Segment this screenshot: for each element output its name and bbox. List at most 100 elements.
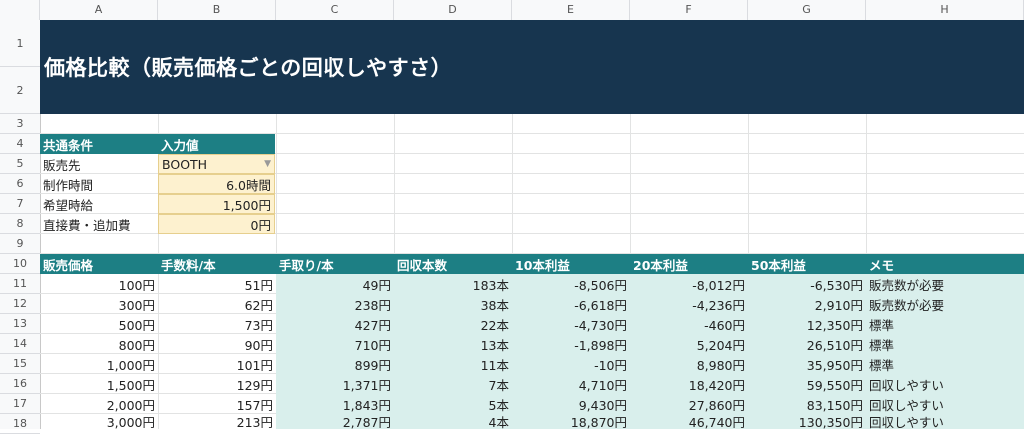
table-cell[interactable]: 22本: [394, 314, 512, 334]
row-header[interactable]: 13: [0, 314, 40, 334]
table-cell[interactable]: 回収しやすい: [866, 394, 1024, 414]
table-cell[interactable]: 300円: [40, 294, 158, 314]
table-cell[interactable]: 4本: [394, 414, 512, 429]
table-cell[interactable]: 100円: [40, 274, 158, 294]
table-cell[interactable]: 800円: [40, 334, 158, 354]
row-header[interactable]: 1: [0, 20, 40, 67]
table-cell[interactable]: -460円: [630, 314, 748, 334]
dropdown-arrow-icon[interactable]: ▼: [264, 159, 271, 169]
row-header[interactable]: 4: [0, 134, 40, 154]
condition-label-hourly-rate[interactable]: 希望時給: [40, 194, 158, 214]
sales-channel-dropdown[interactable]: BOOTH ▼: [158, 154, 275, 174]
table-cell[interactable]: 62円: [158, 294, 276, 314]
table-cell[interactable]: 標準: [866, 354, 1024, 374]
row-header[interactable]: 6: [0, 174, 40, 194]
table-cell[interactable]: 49円: [276, 274, 394, 294]
table-cell[interactable]: -6,618円: [512, 294, 630, 314]
conditions-header-value[interactable]: 入力値: [158, 134, 275, 154]
row-header[interactable]: 2: [0, 67, 40, 114]
table-cell[interactable]: 4,710円: [512, 374, 630, 394]
table-header-net[interactable]: 手取り/本: [276, 254, 394, 274]
table-cell[interactable]: 710円: [276, 334, 394, 354]
column-header-d[interactable]: D: [394, 0, 512, 20]
row-header[interactable]: 3: [0, 114, 40, 134]
table-cell[interactable]: 標準: [866, 334, 1024, 354]
table-cell[interactable]: 販売数が必要: [866, 274, 1024, 294]
table-cell[interactable]: 1,843円: [276, 394, 394, 414]
table-header-profit-20[interactable]: 20本利益: [630, 254, 748, 274]
table-cell[interactable]: 11本: [394, 354, 512, 374]
table-cell[interactable]: 83,150円: [748, 394, 866, 414]
table-cell[interactable]: -10円: [512, 354, 630, 374]
table-cell[interactable]: 73円: [158, 314, 276, 334]
table-cell[interactable]: 90円: [158, 334, 276, 354]
row-header[interactable]: 16: [0, 374, 40, 394]
table-cell[interactable]: 27,860円: [630, 394, 748, 414]
table-cell[interactable]: 18,420円: [630, 374, 748, 394]
select-all-corner[interactable]: [0, 0, 40, 20]
production-time-input[interactable]: 6.0時間: [158, 174, 275, 194]
table-cell[interactable]: 238円: [276, 294, 394, 314]
table-cell[interactable]: 1,371円: [276, 374, 394, 394]
table-cell[interactable]: 130,350円: [748, 414, 866, 429]
column-header-f[interactable]: F: [630, 0, 748, 20]
table-cell[interactable]: 5,204円: [630, 334, 748, 354]
row-header[interactable]: 17: [0, 394, 40, 414]
table-cell[interactable]: 427円: [276, 314, 394, 334]
column-header-g[interactable]: G: [748, 0, 866, 20]
table-header-profit-10[interactable]: 10本利益: [512, 254, 630, 274]
table-cell[interactable]: 35,950円: [748, 354, 866, 374]
table-cell[interactable]: 7本: [394, 374, 512, 394]
table-cell[interactable]: -4,236円: [630, 294, 748, 314]
column-header-a[interactable]: A: [40, 0, 158, 20]
column-header-c[interactable]: C: [276, 0, 394, 20]
table-cell[interactable]: -1,898円: [512, 334, 630, 354]
table-cell[interactable]: 101円: [158, 354, 276, 374]
table-cell[interactable]: 標準: [866, 314, 1024, 334]
table-cell[interactable]: 51円: [158, 274, 276, 294]
condition-label-production-time[interactable]: 制作時間: [40, 174, 158, 194]
table-cell[interactable]: 8,980円: [630, 354, 748, 374]
table-cell[interactable]: 129円: [158, 374, 276, 394]
table-cell[interactable]: 5本: [394, 394, 512, 414]
table-cell[interactable]: 157円: [158, 394, 276, 414]
table-cell[interactable]: 販売数が必要: [866, 294, 1024, 314]
table-cell[interactable]: 38本: [394, 294, 512, 314]
table-cell[interactable]: 46,740円: [630, 414, 748, 429]
table-cell[interactable]: 2,910円: [748, 294, 866, 314]
condition-label-direct-cost[interactable]: 直接費・追加費: [40, 214, 158, 234]
row-header[interactable]: 14: [0, 334, 40, 354]
table-cell[interactable]: 3,000円: [40, 414, 158, 429]
table-cell[interactable]: 12,350円: [748, 314, 866, 334]
table-header-breakeven[interactable]: 回収本数: [394, 254, 512, 274]
row-header[interactable]: 11: [0, 274, 40, 294]
table-cell[interactable]: 183本: [394, 274, 512, 294]
table-cell[interactable]: 9,430円: [512, 394, 630, 414]
table-cell[interactable]: 2,000円: [40, 394, 158, 414]
table-cell[interactable]: 18,870円: [512, 414, 630, 429]
table-cell[interactable]: 26,510円: [748, 334, 866, 354]
conditions-header-label[interactable]: 共通条件: [40, 134, 158, 154]
column-header-b[interactable]: B: [158, 0, 276, 20]
row-header[interactable]: 5: [0, 154, 40, 174]
table-cell[interactable]: -6,530円: [748, 274, 866, 294]
row-header[interactable]: 10: [0, 254, 40, 274]
table-cell[interactable]: 500円: [40, 314, 158, 334]
table-cell[interactable]: 2,787円: [276, 414, 394, 429]
table-header-memo[interactable]: メモ: [866, 254, 1024, 274]
column-header-h[interactable]: H: [866, 0, 1024, 20]
table-cell[interactable]: -4,730円: [512, 314, 630, 334]
row-header[interactable]: 8: [0, 214, 40, 234]
table-cell[interactable]: 213円: [158, 414, 276, 429]
table-cell[interactable]: 1,000円: [40, 354, 158, 374]
table-cell[interactable]: 回収しやすい: [866, 374, 1024, 394]
condition-label-sales-channel[interactable]: 販売先: [40, 154, 158, 174]
column-header-e[interactable]: E: [512, 0, 630, 20]
row-header[interactable]: 15: [0, 354, 40, 374]
direct-cost-input[interactable]: 0円: [158, 214, 275, 234]
table-cell[interactable]: -8,012円: [630, 274, 748, 294]
row-header[interactable]: 9: [0, 234, 40, 254]
table-cell[interactable]: 59,550円: [748, 374, 866, 394]
table-cell[interactable]: 899円: [276, 354, 394, 374]
table-cell[interactable]: -8,506円: [512, 274, 630, 294]
